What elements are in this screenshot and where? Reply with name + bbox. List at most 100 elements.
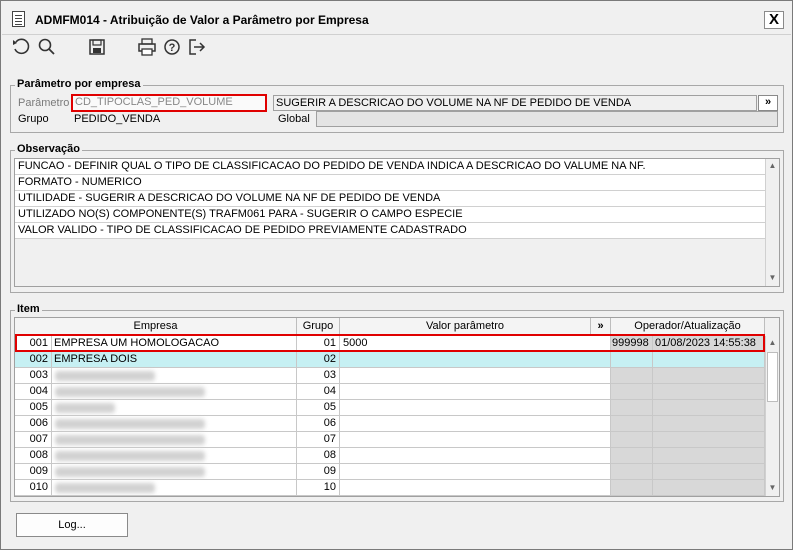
row-code: 010 xyxy=(15,480,52,496)
row-grupo: 03 xyxy=(297,368,340,384)
row-grupo: 09 xyxy=(297,464,340,480)
row-grupo: 10 xyxy=(297,480,340,496)
parametro-label: Parâmetro xyxy=(18,97,70,109)
row-valor[interactable] xyxy=(340,352,611,368)
row-empresa: EMPRESA DOIS xyxy=(52,352,297,368)
row-grupo: 06 xyxy=(297,416,340,432)
obs-line: VALOR VALIDO - TIPO DE CLASSIFICACAO DE … xyxy=(15,223,765,239)
row-valor[interactable] xyxy=(340,384,611,400)
scroll-up-icon[interactable]: ▲ xyxy=(766,336,779,350)
redacted-empresa xyxy=(55,483,155,493)
redacted-empresa xyxy=(55,451,205,461)
redacted-empresa xyxy=(55,387,205,397)
save-icon[interactable] xyxy=(87,37,107,57)
row-code: 005 xyxy=(15,400,52,416)
obs-list[interactable]: FUNCAO - DEFINIR QUAL O TIPO DE CLASSIFI… xyxy=(14,158,780,287)
table-row[interactable]: 004 04 xyxy=(15,384,765,400)
app-window: ADMFM014 - Atribuição de Valor a Parâmet… xyxy=(0,0,793,550)
row-highlight xyxy=(15,334,765,352)
table-row[interactable]: 006 06 xyxy=(15,416,765,432)
row-code: 004 xyxy=(15,384,52,400)
scroll-thumb[interactable] xyxy=(767,352,778,402)
row-grupo: 05 xyxy=(297,400,340,416)
row-operador xyxy=(611,464,653,480)
row-data xyxy=(653,416,765,432)
exit-icon[interactable] xyxy=(187,37,207,57)
row-code: 002 xyxy=(15,352,52,368)
help-icon[interactable]: ? xyxy=(162,37,182,57)
scroll-down-icon[interactable]: ▼ xyxy=(766,481,779,495)
obs-line: UTILIZADO NO(S) COMPONENTE(S) TRAFM061 P… xyxy=(15,207,765,223)
row-code: 008 xyxy=(15,448,52,464)
obs-line: UTILIDADE - SUGERIR A DESCRICAO DO VOLUM… xyxy=(15,191,765,207)
row-valor[interactable] xyxy=(340,432,611,448)
window-title: ADMFM014 - Atribuição de Valor a Parâmet… xyxy=(35,13,369,27)
row-data xyxy=(653,352,765,368)
obs-legend: Observação xyxy=(15,143,82,155)
row-data xyxy=(653,368,765,384)
param-legend: Parâmetro por empresa xyxy=(15,78,143,90)
row-data xyxy=(653,480,765,496)
row-data xyxy=(653,432,765,448)
obs-scrollbar[interactable]: ▲ ▼ xyxy=(765,159,779,286)
table-row[interactable]: 002 EMPRESA DOIS 02 xyxy=(15,352,765,368)
obs-line: FUNCAO - DEFINIR QUAL O TIPO DE CLASSIFI… xyxy=(15,159,765,175)
row-valor[interactable] xyxy=(340,480,611,496)
row-operador xyxy=(611,384,653,400)
row-operador xyxy=(611,416,653,432)
close-button[interactable]: X xyxy=(764,11,784,29)
row-valor[interactable] xyxy=(340,464,611,480)
title-bar: ADMFM014 - Atribuição de Valor a Parâmet… xyxy=(2,2,791,35)
row-operador xyxy=(611,352,653,368)
redacted-empresa xyxy=(55,435,205,445)
parametro-desc-field: SUGERIR A DESCRICAO DO VOLUME NA NF DE P… xyxy=(273,95,757,111)
row-valor[interactable] xyxy=(340,416,611,432)
row-grupo: 04 xyxy=(297,384,340,400)
grid-scrollbar[interactable]: ▲ ▼ xyxy=(765,336,779,496)
table-row[interactable]: 010 10 xyxy=(15,480,765,496)
redacted-empresa xyxy=(55,419,205,429)
redacted-empresa xyxy=(55,403,115,413)
row-valor[interactable] xyxy=(340,368,611,384)
document-icon xyxy=(12,11,25,27)
parametro-more-button[interactable]: » xyxy=(758,95,778,111)
svg-text:?: ? xyxy=(169,42,176,54)
row-operador xyxy=(611,432,653,448)
row-operador xyxy=(611,368,653,384)
toolbar: ? xyxy=(1,37,791,61)
parametro-field[interactable]: CD_TIPOCLAS_PED_VOLUME xyxy=(71,94,267,112)
global-field[interactable] xyxy=(316,111,778,127)
redacted-empresa xyxy=(55,371,155,381)
row-grupo: 02 xyxy=(297,352,340,368)
row-valor[interactable] xyxy=(340,400,611,416)
print-icon[interactable] xyxy=(137,37,157,57)
table-row[interactable]: 007 07 xyxy=(15,432,765,448)
row-code: 009 xyxy=(15,464,52,480)
grupo-value: PEDIDO_VENDA xyxy=(74,113,161,125)
scroll-down-icon[interactable]: ▼ xyxy=(766,271,779,285)
log-button[interactable]: Log... xyxy=(16,513,128,537)
table-row[interactable]: 009 09 xyxy=(15,464,765,480)
refresh-icon[interactable] xyxy=(11,37,31,57)
row-operador xyxy=(611,400,653,416)
item-legend: Item xyxy=(15,303,42,315)
row-data xyxy=(653,400,765,416)
table-row[interactable]: 003 03 xyxy=(15,368,765,384)
row-code: 003 xyxy=(15,368,52,384)
row-data xyxy=(653,464,765,480)
grupo-label: Grupo xyxy=(18,113,49,125)
row-data xyxy=(653,384,765,400)
redacted-empresa xyxy=(55,467,205,477)
row-code: 006 xyxy=(15,416,52,432)
row-operador xyxy=(611,448,653,464)
table-row[interactable]: 005 05 xyxy=(15,400,765,416)
search-icon[interactable] xyxy=(37,37,57,57)
row-valor[interactable] xyxy=(340,448,611,464)
scroll-up-icon[interactable]: ▲ xyxy=(766,159,779,173)
row-operador xyxy=(611,480,653,496)
global-label: Global xyxy=(278,113,310,125)
row-grupo: 08 xyxy=(297,448,340,464)
row-code: 007 xyxy=(15,432,52,448)
row-grupo: 07 xyxy=(297,432,340,448)
table-row[interactable]: 008 08 xyxy=(15,448,765,464)
